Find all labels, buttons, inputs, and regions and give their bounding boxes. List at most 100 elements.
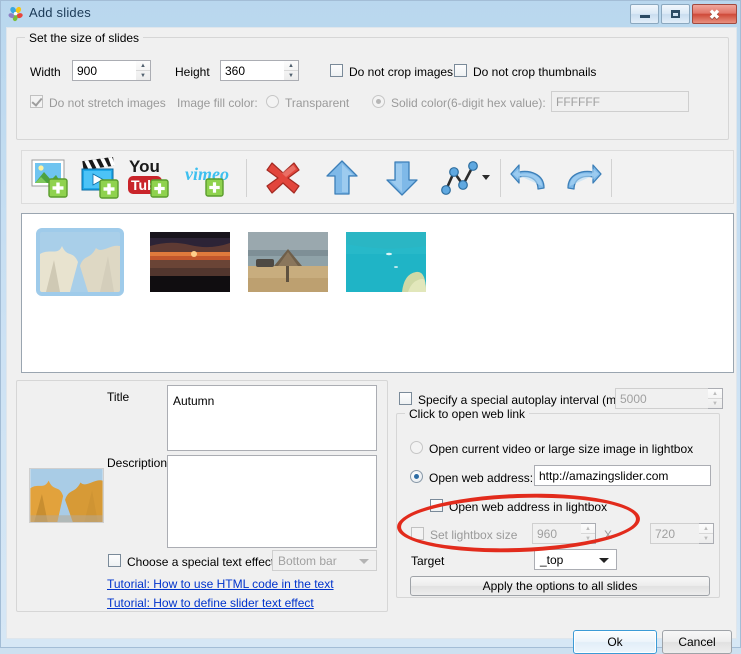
do-not-stretch-images-checkbox[interactable] xyxy=(30,95,43,108)
solid-color-radio[interactable] xyxy=(372,95,385,108)
svg-text:You: You xyxy=(129,157,160,176)
open-weblink-label: Open web address: xyxy=(429,471,534,485)
chevron-down-icon xyxy=(359,558,369,564)
description-input[interactable] xyxy=(167,455,377,548)
slide-thumb-sunset[interactable] xyxy=(150,232,230,292)
lightbox-width-spinner[interactable]: ▲ ▼ xyxy=(581,523,596,544)
do-not-stretch-images-label: Do not stretch images xyxy=(49,96,166,110)
transparent-label: Transparent xyxy=(285,96,350,110)
do-not-crop-images-label: Do not crop images xyxy=(349,65,454,79)
chevron-down-icon xyxy=(599,557,609,563)
lightbox-size-separator: X xyxy=(604,528,613,542)
title-input[interactable] xyxy=(167,385,377,451)
target-label: Target xyxy=(411,554,445,568)
target-select[interactable]: _top xyxy=(534,549,617,570)
width-spinner-down-icon[interactable]: ▼ xyxy=(136,71,150,80)
set-lightbox-size-checkbox[interactable] xyxy=(411,527,424,540)
title-bar: Add slides ✖ xyxy=(1,1,741,27)
add-youtube-icon[interactable]: You Tub xyxy=(126,156,174,200)
slide-thumb-beach[interactable] xyxy=(248,232,328,292)
lightbox-width-spinner-up-icon[interactable]: ▲ xyxy=(581,524,595,534)
slide-thumb-autumn[interactable] xyxy=(36,228,124,296)
width-spinner[interactable]: ▲ ▼ xyxy=(136,60,151,81)
set-lightbox-size-label: Set lightbox size xyxy=(430,528,518,542)
lightbox-height-spinner-up-icon[interactable]: ▲ xyxy=(699,524,713,534)
autoplay-interval-input[interactable] xyxy=(615,388,709,409)
apply-to-all-slides-button[interactable]: Apply the options to all slides xyxy=(410,576,710,596)
delete-icon[interactable] xyxy=(264,159,302,197)
autoplay-spinner-up-icon[interactable]: ▲ xyxy=(708,389,722,399)
tutorial-html-link[interactable]: Tutorial: How to use HTML code in the te… xyxy=(107,577,334,591)
cancel-button-label: Cancel xyxy=(678,635,716,649)
solid-color-label: Solid color(6-digit hex value): xyxy=(391,96,546,110)
close-button[interactable]: ✖ xyxy=(692,4,737,24)
app-flower-icon xyxy=(8,6,23,22)
open-lightbox-radio[interactable] xyxy=(410,441,423,454)
window-controls: ✖ xyxy=(630,4,737,24)
open-in-lightbox-checkbox[interactable] xyxy=(430,499,443,512)
add-slides-window: Add slides ✖ Set the size of slides Widt… xyxy=(0,0,741,654)
transition-icon[interactable] xyxy=(440,159,480,197)
lightbox-width-spinner-down-icon[interactable]: ▼ xyxy=(581,534,595,543)
description-label: Description xyxy=(107,456,168,470)
do-not-crop-images-checkbox[interactable] xyxy=(330,64,343,77)
ok-button-label: Ok xyxy=(607,635,623,649)
lightbox-height-spinner[interactable]: ▲ ▼ xyxy=(699,523,714,544)
weblink-group-legend: Click to open web link xyxy=(405,407,530,421)
text-effect-checkbox[interactable] xyxy=(108,554,121,567)
window-title: Add slides xyxy=(29,5,91,20)
height-spinner-up-icon[interactable]: ▲ xyxy=(284,61,298,71)
height-label: Height xyxy=(175,65,210,79)
open-in-lightbox-label: Open web address in lightbox xyxy=(449,500,608,514)
solid-color-input[interactable] xyxy=(551,91,689,112)
autoplay-interval-label: Specify a special autoplay interval (ms)… xyxy=(418,393,630,407)
transition-dropdown-icon[interactable] xyxy=(480,171,492,183)
text-effect-label: Choose a special text effect xyxy=(127,555,275,569)
text-effect-select-value: Bottom bar xyxy=(278,553,337,568)
slide-size-group-legend: Set the size of slides xyxy=(25,31,144,45)
width-spinner-up-icon[interactable]: ▲ xyxy=(136,61,150,71)
autoplay-interval-spinner[interactable]: ▲ ▼ xyxy=(708,388,723,409)
maximize-icon xyxy=(671,10,680,18)
target-select-value: _top xyxy=(540,552,564,567)
apply-to-all-slides-label: Apply the options to all slides xyxy=(482,579,638,593)
minimize-icon xyxy=(639,15,650,18)
height-spinner-down-icon[interactable]: ▼ xyxy=(284,71,298,80)
add-image-icon[interactable] xyxy=(30,157,72,199)
undo-icon[interactable] xyxy=(510,162,552,194)
text-effect-select[interactable]: Bottom bar xyxy=(272,550,377,571)
autoplay-spinner-down-icon[interactable]: ▼ xyxy=(708,399,722,408)
width-label: Width xyxy=(30,65,61,79)
toolbar-separator-1 xyxy=(246,159,247,197)
slides-toolbar: You Tub vimeo xyxy=(21,150,734,204)
slides-list[interactable] xyxy=(21,213,734,373)
lightbox-width-input[interactable] xyxy=(532,523,582,544)
move-up-icon[interactable] xyxy=(324,159,360,197)
do-not-crop-thumbnails-label: Do not crop thumbnails xyxy=(473,65,597,79)
height-input[interactable] xyxy=(220,60,285,81)
autoplay-interval-checkbox[interactable] xyxy=(399,392,412,405)
toolbar-separator-3 xyxy=(611,159,612,197)
add-video-icon[interactable] xyxy=(80,157,122,199)
move-down-icon[interactable] xyxy=(384,159,420,197)
title-label: Title xyxy=(107,390,130,404)
tutorial-effect-link[interactable]: Tutorial: How to define slider text effe… xyxy=(107,596,314,610)
height-spinner[interactable]: ▲ ▼ xyxy=(284,60,299,81)
redo-icon[interactable] xyxy=(560,162,602,194)
weblink-group: Click to open web link Open current vide… xyxy=(396,407,720,598)
toolbar-separator-2 xyxy=(500,159,501,197)
add-vimeo-icon[interactable]: vimeo xyxy=(184,161,232,199)
minimize-button[interactable] xyxy=(630,4,659,24)
transparent-radio[interactable] xyxy=(266,95,279,108)
lightbox-height-spinner-down-icon[interactable]: ▼ xyxy=(699,534,713,543)
ok-button[interactable]: Ok xyxy=(573,630,657,654)
do-not-crop-thumbnails-checkbox[interactable] xyxy=(454,64,467,77)
slide-thumb-lagoon[interactable] xyxy=(346,232,426,292)
maximize-button[interactable] xyxy=(661,4,690,24)
cancel-button[interactable]: Cancel xyxy=(662,630,732,654)
width-input[interactable] xyxy=(72,60,137,81)
open-weblink-radio[interactable] xyxy=(410,470,423,483)
lightbox-height-input[interactable] xyxy=(650,523,700,544)
selected-slide-preview xyxy=(29,468,104,523)
weblink-input[interactable] xyxy=(534,465,711,486)
